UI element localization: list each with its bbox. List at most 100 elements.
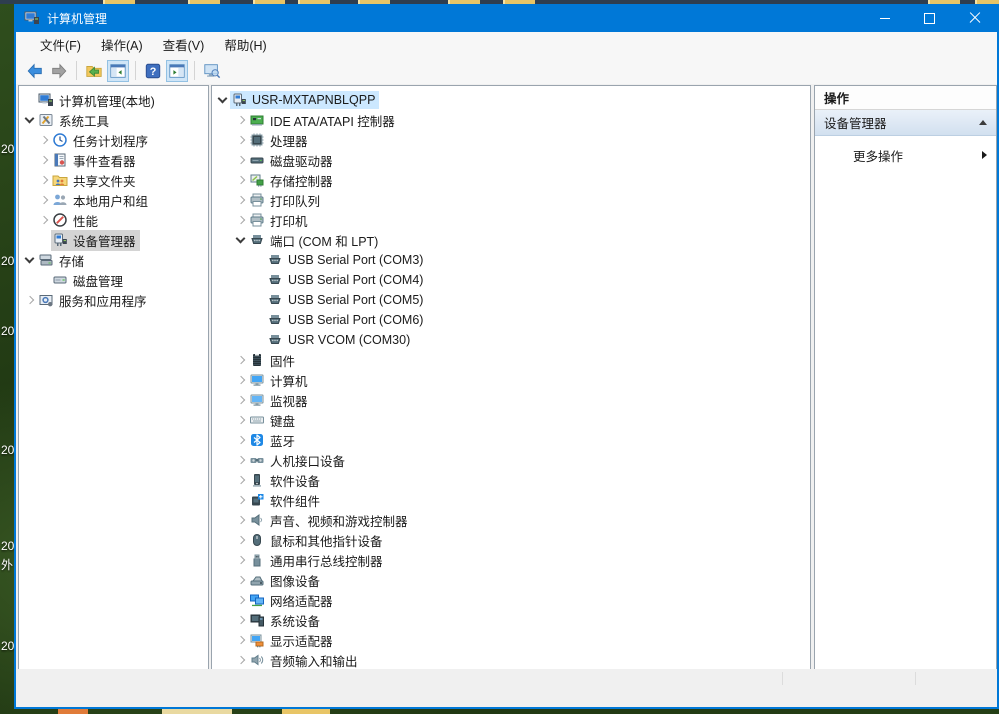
remote-icon[interactable] [201, 60, 223, 82]
chevron-icon[interactable] [252, 253, 266, 267]
tree-item[interactable]: 固件 [212, 350, 810, 370]
chevron-icon[interactable] [37, 193, 51, 207]
tree-item[interactable]: 共享文件夹 [19, 170, 208, 190]
tree-item[interactable]: 服务和应用程序 [19, 290, 208, 310]
chevron-icon[interactable] [234, 373, 248, 387]
tree-item[interactable]: 音频输入和输出 [212, 650, 810, 670]
tree-item[interactable]: USB Serial Port (COM4) [212, 270, 810, 290]
back-icon[interactable] [24, 60, 46, 82]
tree-item[interactable]: 图像设备 [212, 570, 810, 590]
chevron-icon[interactable] [234, 593, 248, 607]
tree-item-body: 网络适配器 [248, 590, 337, 611]
chevron-icon[interactable] [252, 273, 266, 287]
chevron-icon[interactable] [234, 613, 248, 627]
chevron-icon[interactable] [234, 173, 248, 187]
chevron-icon[interactable] [252, 313, 266, 327]
chevron-icon[interactable] [234, 573, 248, 587]
minimize-button[interactable] [862, 4, 907, 32]
chevron-icon[interactable] [234, 473, 248, 487]
chevron-icon[interactable] [216, 93, 230, 107]
tree-item[interactable]: 显示适配器 [212, 630, 810, 650]
chevron-icon[interactable] [252, 293, 266, 307]
tree-item[interactable]: 端口 (COM 和 LPT) [212, 230, 810, 250]
tree-item[interactable]: 计算机 [212, 370, 810, 390]
export-icon[interactable] [83, 60, 105, 82]
tree-item[interactable]: 软件组件 [212, 490, 810, 510]
close-button[interactable] [952, 4, 997, 32]
tree-item[interactable]: 蓝牙 [212, 430, 810, 450]
tree-item[interactable]: 计算机管理(本地) [19, 90, 208, 110]
chevron-icon[interactable] [234, 533, 248, 547]
tree-item[interactable]: USR-MXTAPNBLQPP [212, 90, 810, 110]
tree-item[interactable]: 人机接口设备 [212, 450, 810, 470]
title-bar[interactable]: 计算机管理 [16, 4, 997, 32]
chevron-icon[interactable] [23, 113, 37, 127]
tree-item[interactable]: 软件设备 [212, 470, 810, 490]
chevron-icon[interactable] [37, 213, 51, 227]
console-tree-icon[interactable] [107, 60, 129, 82]
chevron-icon[interactable] [234, 213, 248, 227]
tree-item[interactable]: 设备管理器 [19, 230, 208, 250]
chevron-icon[interactable] [23, 293, 37, 307]
tree-item[interactable]: 系统工具 [19, 110, 208, 130]
chevron-icon[interactable] [234, 513, 248, 527]
chevron-icon[interactable] [37, 233, 51, 247]
tree-item[interactable]: USB Serial Port (COM3) [212, 250, 810, 270]
menu-item[interactable]: 查看(V) [153, 35, 215, 54]
chevron-icon[interactable] [234, 153, 248, 167]
chevron-icon[interactable] [234, 393, 248, 407]
chevron-icon[interactable] [37, 173, 51, 187]
chevron-icon[interactable] [234, 233, 248, 247]
tree-item[interactable]: 性能 [19, 210, 208, 230]
tree-item[interactable]: 声音、视频和游戏控制器 [212, 510, 810, 530]
tree-item[interactable]: 存储 [19, 250, 208, 270]
tree-item[interactable]: 打印队列 [212, 190, 810, 210]
actions-section-device-manager[interactable]: 设备管理器 [815, 110, 996, 136]
menu-item[interactable]: 文件(F) [30, 35, 91, 54]
chevron-icon[interactable] [234, 133, 248, 147]
tree-item[interactable]: 磁盘管理 [19, 270, 208, 290]
tree-item[interactable]: 网络适配器 [212, 590, 810, 610]
chevron-icon[interactable] [234, 413, 248, 427]
tree-item[interactable]: USB Serial Port (COM5) [212, 290, 810, 310]
chevron-icon[interactable] [252, 333, 266, 347]
collapse-icon[interactable] [979, 120, 987, 125]
maximize-button[interactable] [907, 4, 952, 32]
tree-item[interactable]: 鼠标和其他指针设备 [212, 530, 810, 550]
tree-item[interactable]: USR VCOM (COM30) [212, 330, 810, 350]
chevron-icon[interactable] [234, 433, 248, 447]
tree-item[interactable]: 键盘 [212, 410, 810, 430]
serial-port-icon [267, 252, 283, 268]
chevron-icon[interactable] [37, 133, 51, 147]
action-pane-icon[interactable] [166, 60, 188, 82]
tree-item[interactable]: 任务计划程序 [19, 130, 208, 150]
tree-item[interactable]: 存储控制器 [212, 170, 810, 190]
tree-item[interactable]: 通用串行总线控制器 [212, 550, 810, 570]
tree-item[interactable]: 打印机 [212, 210, 810, 230]
chevron-icon[interactable] [234, 493, 248, 507]
forward-icon[interactable] [48, 60, 70, 82]
chevron-icon[interactable] [23, 253, 37, 267]
chevron-icon[interactable] [23, 93, 37, 107]
chevron-icon[interactable] [234, 353, 248, 367]
help-icon[interactable]: ? [142, 60, 164, 82]
chevron-icon[interactable] [234, 453, 248, 467]
tree-item[interactable]: USB Serial Port (COM6) [212, 310, 810, 330]
chevron-icon[interactable] [37, 153, 51, 167]
more-actions-item[interactable]: 更多操作 [815, 144, 996, 166]
chevron-icon[interactable] [234, 653, 248, 667]
tree-item[interactable]: IDE ATA/ATAPI 控制器 [212, 110, 810, 130]
tree-item[interactable]: 本地用户和组 [19, 190, 208, 210]
tree-item[interactable]: 处理器 [212, 130, 810, 150]
menu-item[interactable]: 操作(A) [91, 35, 153, 54]
chevron-icon[interactable] [234, 193, 248, 207]
menu-item[interactable]: 帮助(H) [214, 35, 276, 54]
tree-item[interactable]: 磁盘驱动器 [212, 150, 810, 170]
chevron-icon[interactable] [37, 273, 51, 287]
chevron-icon[interactable] [234, 113, 248, 127]
chevron-icon[interactable] [234, 633, 248, 647]
tree-item[interactable]: 事件查看器 [19, 150, 208, 170]
tree-item[interactable]: 系统设备 [212, 610, 810, 630]
chevron-icon[interactable] [234, 553, 248, 567]
tree-item[interactable]: 监视器 [212, 390, 810, 410]
